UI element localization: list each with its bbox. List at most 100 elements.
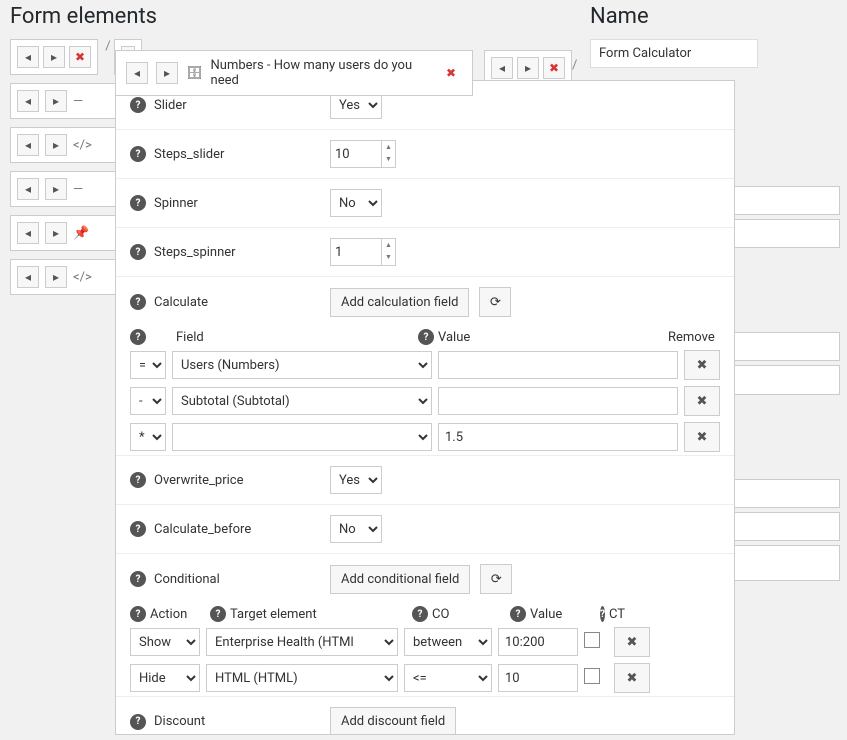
col-value: Value <box>530 607 562 622</box>
collapse-icon[interactable]: ◂ <box>17 90 39 112</box>
help-icon[interactable]: ? <box>130 244 146 260</box>
remove-button[interactable]: ✖ <box>614 627 650 657</box>
step-down-icon[interactable]: ▼ <box>382 251 395 263</box>
num-input[interactable] <box>331 141 381 167</box>
row-label: </> <box>73 138 92 153</box>
help-icon[interactable]: ? <box>130 521 146 537</box>
collapse-icon[interactable]: ◂ <box>126 62 148 84</box>
help-icon[interactable]: ? <box>600 606 605 622</box>
element-pill[interactable]: ◂ ▸ ✖ <box>10 39 98 75</box>
calc-field-select[interactable]: Users (Numbers) <box>172 351 432 379</box>
col-action: Action <box>150 607 187 622</box>
expand-icon[interactable]: ▸ <box>45 178 67 200</box>
field-label: Slider <box>154 98 187 113</box>
col-target: Target element <box>230 607 317 622</box>
settings-panel: ?Slider Yes ?Steps_slider ▲▼ ?Spinner No… <box>115 80 735 735</box>
col-ct: CT <box>609 607 625 622</box>
calc-value-input[interactable] <box>438 387 678 415</box>
remove-button[interactable]: ✖ <box>684 386 720 416</box>
calc-field-select[interactable] <box>172 423 432 451</box>
expand-icon[interactable]: ▸ <box>45 222 67 244</box>
remove-button[interactable]: ✖ <box>684 422 720 452</box>
help-icon[interactable]: ? <box>130 195 146 211</box>
col-remove: Remove <box>668 330 715 345</box>
expand-icon[interactable]: ▸ <box>45 90 67 112</box>
refresh-button[interactable]: ⟳ <box>480 564 512 594</box>
num-input[interactable] <box>331 239 381 265</box>
name-title: Name <box>590 4 840 29</box>
cond-co-select[interactable]: <= <box>404 664 492 692</box>
cond-action-select[interactable]: Hide <box>130 664 200 692</box>
step-up-icon[interactable]: ▲ <box>382 239 395 251</box>
collapse-icon[interactable]: ◂ <box>17 266 39 288</box>
steps-spinner-input[interactable]: ▲▼ <box>330 238 396 266</box>
calc-op-select[interactable]: - <box>130 387 166 415</box>
expand-icon[interactable]: ▸ <box>43 46 65 68</box>
expand-icon[interactable]: ▸ <box>517 57 539 79</box>
row-label: </> <box>73 270 92 285</box>
add-calculation-button[interactable]: Add calculation field <box>330 288 469 317</box>
overwrite-select[interactable]: Yes <box>330 466 382 494</box>
cond-row: Hide HTML (HTML) <= ✖ <box>116 660 734 696</box>
delete-icon[interactable]: ✖ <box>69 46 91 68</box>
collapse-icon[interactable]: ◂ <box>17 46 39 68</box>
calc-field-select[interactable]: Subtotal (Subtotal) <box>172 387 432 415</box>
help-icon[interactable]: ? <box>510 606 526 622</box>
cond-target-select[interactable]: Enterprise Health (HTMl <box>206 628 398 656</box>
calc-value-input[interactable] <box>438 351 678 379</box>
help-icon[interactable]: ? <box>130 472 146 488</box>
cond-action-select[interactable]: Show <box>130 628 200 656</box>
field-label: Steps_slider <box>154 147 224 162</box>
field-label: Calculate_before <box>154 522 251 537</box>
help-icon[interactable]: ? <box>130 571 146 587</box>
col-field: Field <box>176 330 204 345</box>
field-label: Spinner <box>154 196 198 211</box>
steps-slider-input[interactable]: ▲▼ <box>330 140 396 168</box>
row-label: — <box>73 94 83 109</box>
pin-icon: 📌 <box>73 226 89 241</box>
cond-value-input[interactable] <box>498 628 578 656</box>
field-label: Discount <box>154 714 205 729</box>
expand-icon[interactable]: ▸ <box>45 134 67 156</box>
calc-op-select[interactable]: = <box>130 351 166 379</box>
collapse-icon[interactable]: ◂ <box>491 57 513 79</box>
add-conditional-button[interactable]: Add conditional field <box>330 565 470 594</box>
help-icon[interactable]: ? <box>412 606 428 622</box>
help-icon[interactable]: ? <box>130 146 146 162</box>
delete-icon[interactable]: ✖ <box>543 57 565 79</box>
cond-target-select[interactable]: HTML (HTML) <box>206 664 398 692</box>
cond-co-select[interactable]: between <box>404 628 492 656</box>
calc-value-input[interactable] <box>438 423 678 451</box>
help-icon[interactable]: ? <box>130 294 146 310</box>
expand-icon[interactable]: ▸ <box>156 62 178 84</box>
remove-button[interactable]: ✖ <box>684 350 720 380</box>
expand-icon[interactable]: ▸ <box>45 266 67 288</box>
help-icon[interactable]: ? <box>130 329 146 345</box>
cond-ct-checkbox[interactable] <box>584 668 600 684</box>
form-elements-title: Form elements <box>10 4 580 29</box>
remove-button[interactable]: ✖ <box>614 663 650 693</box>
refresh-button[interactable]: ⟳ <box>479 287 511 317</box>
help-icon[interactable]: ? <box>130 97 146 113</box>
close-icon[interactable]: ✖ <box>440 62 462 84</box>
help-icon[interactable]: ? <box>418 329 434 345</box>
collapse-icon[interactable]: ◂ <box>17 222 39 244</box>
cond-value-input[interactable] <box>498 664 578 692</box>
col-value: Value <box>438 330 470 345</box>
step-down-icon[interactable]: ▼ <box>382 153 395 165</box>
form-name-input[interactable] <box>590 39 758 68</box>
field-label: Steps_spinner <box>154 245 236 260</box>
calc-op-select[interactable]: * <box>130 423 166 451</box>
calc-row: = Users (Numbers) ✖ <box>116 347 734 383</box>
collapse-icon[interactable]: ◂ <box>17 134 39 156</box>
panel-type-icon: 🗄 <box>186 66 203 81</box>
help-icon[interactable]: ? <box>130 714 146 730</box>
step-up-icon[interactable]: ▲ <box>382 141 395 153</box>
help-icon[interactable]: ? <box>130 606 146 622</box>
collapse-icon[interactable]: ◂ <box>17 178 39 200</box>
cond-ct-checkbox[interactable] <box>584 632 600 648</box>
spinner-select[interactable]: No <box>330 189 382 217</box>
add-discount-button[interactable]: Add discount field <box>330 707 456 735</box>
help-icon[interactable]: ? <box>210 606 226 622</box>
calcbefore-select[interactable]: No <box>330 515 382 543</box>
